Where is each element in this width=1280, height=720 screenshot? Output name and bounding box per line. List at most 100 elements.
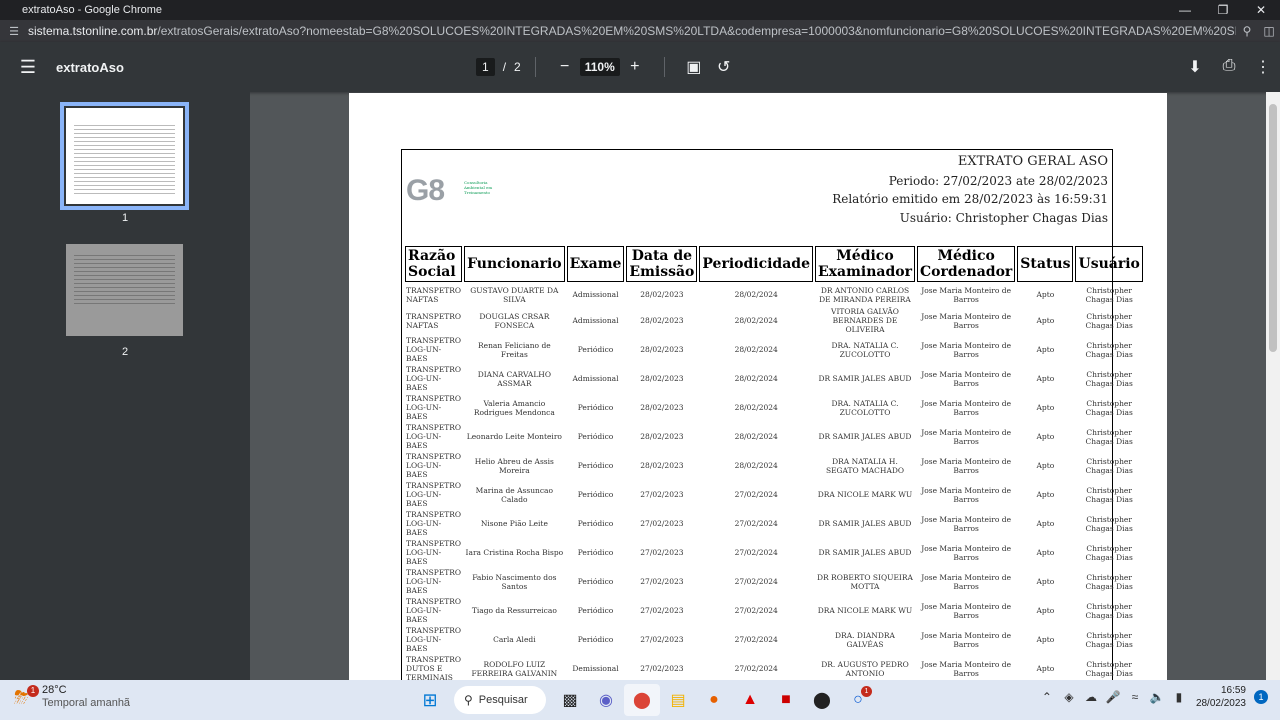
table-cell: Valeria Amancio Rodrigues Mendonca xyxy=(473,398,555,417)
column-header: Funcionario xyxy=(464,246,565,282)
table-cell: Periódico xyxy=(577,577,614,587)
app-blue-icon[interactable]: ○ 1 xyxy=(840,684,876,716)
address-bar[interactable]: ☰ sistema.tstonline.com.br/extratosGerai… xyxy=(0,20,1280,42)
chrome-icon[interactable]: ⬤ xyxy=(624,684,660,716)
table-cell: Periódico xyxy=(577,432,614,442)
taskbar-apps: ⊞ ⚲ Pesquisar ▩ ◉ ⬤ ▤ ● ▲ ■ ⬤ ○ 1 xyxy=(412,684,876,716)
document-title: extratoAso xyxy=(56,59,124,75)
table-cell: Christopher Chagas Dias xyxy=(1085,311,1133,330)
restore-icon[interactable]: ❐ xyxy=(1204,3,1242,17)
app-dark-icon[interactable]: ⬤ xyxy=(804,684,840,716)
table-cell: VITORIA GALVÃO BERNARDES DE OLIVEIRA xyxy=(831,307,899,335)
table-cell: 28/02/2024 xyxy=(734,461,778,471)
table-cell: Admissional xyxy=(572,374,619,384)
wifi-icon[interactable]: ≈ xyxy=(1124,690,1146,704)
table-row: TRANSPETRO LOG-UN-BAES Carla Aledi Periódi… xyxy=(405,626,1143,653)
more-options-icon[interactable]: ⋮ xyxy=(1246,57,1280,77)
notification-badge[interactable]: 1 xyxy=(1254,690,1268,704)
table-cell: Periódico xyxy=(577,345,614,355)
table-cell: DRA. DIANDRA GALVÉAS xyxy=(835,630,895,649)
report-issued: Relatório emitido em 28/02/2023 às 16:59… xyxy=(832,192,1108,206)
table-cell: 28/02/2024 xyxy=(734,290,778,300)
table-cell: TRANSPETRO LOG-UN-BAES xyxy=(406,597,462,625)
table-cell: Christopher Chagas Dias xyxy=(1085,369,1133,388)
site-info-icon[interactable]: ☰ xyxy=(0,25,28,38)
start-windows-icon[interactable]: ⊞ xyxy=(412,684,448,716)
download-icon[interactable]: ⬇ xyxy=(1178,57,1212,77)
battery-icon[interactable]: ▮ xyxy=(1168,690,1190,704)
table-cell: Jose Maria Monteiro de Barros xyxy=(921,398,1012,417)
weather-temp: 28°C xyxy=(42,684,67,696)
tray-app-icon[interactable]: ◈ xyxy=(1058,690,1080,704)
search-lens-icon[interactable]: ⚲ xyxy=(1236,24,1258,38)
scrollbar[interactable] xyxy=(1266,92,1280,680)
zoom-level-input[interactable]: 110% xyxy=(579,58,620,76)
table-cell: DR ANTONIO CARLOS DE MIRANDA PEREIRA xyxy=(819,285,911,304)
table-cell: TRANSPETRO LOG-UN-BAES xyxy=(406,394,462,422)
rotate-icon[interactable]: ↺ xyxy=(709,57,739,77)
table-cell: Periódico xyxy=(577,606,614,616)
file-explorer-icon[interactable]: ▤ xyxy=(660,684,696,716)
table-cell: Tiago da Ressurreicao xyxy=(471,606,557,616)
report-header: EXTRATO GERAL ASO Periodo: 27/02/2023 at… xyxy=(832,153,1108,227)
app-red-icon[interactable]: ■ xyxy=(768,684,804,716)
table-cell: DRA NICOLE MARK WU xyxy=(817,606,913,616)
sidebar-icon[interactable]: ◫ xyxy=(1258,24,1280,38)
minimize-icon[interactable]: — xyxy=(1166,3,1204,17)
table-cell: Christopher Chagas Dias xyxy=(1085,543,1133,562)
table-cell: DIANA CARVALHO ASSMAR xyxy=(477,369,551,388)
table-cell: Periódico xyxy=(577,461,614,471)
table-row: TRANSPETRO DUTOS E TERMINAIS RODOLFO LUIZ… xyxy=(405,655,1143,680)
weather-widget[interactable]: ⛈ 1 28°C Temporal amanhã xyxy=(14,684,130,710)
table-cell: 28/02/2023 xyxy=(640,403,684,413)
scrollbar-thumb[interactable] xyxy=(1269,104,1277,352)
firefox-icon[interactable]: ● xyxy=(696,684,732,716)
table-cell: Jose Maria Monteiro de Barros xyxy=(921,285,1012,304)
cloud-icon[interactable]: ☁ xyxy=(1080,690,1102,704)
table-cell: 27/02/2024 xyxy=(734,519,778,529)
table-row: TRANSPETRO LOG-UN-BAES DIANA CARVALHO ASS… xyxy=(405,365,1143,392)
table-cell: Periódico xyxy=(577,635,614,645)
table-row: TRANSPETRO LOG-UN-BAES Leonardo Leite Mon… xyxy=(405,423,1143,450)
pdf-viewer[interactable]: G8 Consultoria Ambiental em Treinamento … xyxy=(250,92,1280,680)
table-cell: 28/02/2024 xyxy=(734,403,778,413)
task-view-icon[interactable]: ▩ xyxy=(552,684,588,716)
table-cell: Apto xyxy=(1036,577,1055,587)
table-cell: Apto xyxy=(1036,461,1055,471)
search-box[interactable]: ⚲ Pesquisar xyxy=(454,686,546,714)
menu-icon[interactable]: ☰ xyxy=(0,57,56,78)
table-cell: Jose Maria Monteiro de Barros xyxy=(921,369,1012,388)
table-row: TRANSPETRO LOG-UN-BAES Tiago da Ressurrei… xyxy=(405,597,1143,624)
table-cell: 27/02/2024 xyxy=(734,635,778,645)
chat-icon[interactable]: ◉ xyxy=(588,684,624,716)
url-text[interactable]: sistema.tstonline.com.br/extratosGerais/… xyxy=(28,24,1236,38)
clock[interactable]: 16:59 28/02/2023 xyxy=(1196,684,1246,710)
zoom-in-icon[interactable]: + xyxy=(620,58,650,76)
table-cell: Apto xyxy=(1036,432,1055,442)
chevron-up-icon[interactable]: ⌃ xyxy=(1036,690,1058,704)
page-thumbnail-2[interactable] xyxy=(66,244,183,336)
table-cell: DR. AUGUSTO PEDRO ANTONIO xyxy=(821,659,909,678)
fit-page-icon[interactable]: ▣ xyxy=(679,57,709,77)
table-cell: DR ROBERTO SIQUEIRA MOTTA xyxy=(817,572,913,591)
acrobat-icon[interactable]: ▲ xyxy=(732,684,768,716)
zoom-out-icon[interactable]: − xyxy=(550,58,580,76)
app-badge: 1 xyxy=(861,686,872,697)
column-header: Usuário xyxy=(1075,246,1143,282)
volume-icon[interactable]: 🔈 xyxy=(1146,690,1168,704)
table-cell: 27/02/2023 xyxy=(640,664,684,674)
print-icon[interactable]: ⎙ xyxy=(1212,57,1246,77)
table-cell: DR SAMIR JALES ABUD xyxy=(818,374,912,384)
page-thumbnail-1[interactable] xyxy=(60,102,189,210)
page-number-input[interactable]: 1 xyxy=(476,58,495,76)
table-row: TRANSPETRO LOG-UN-BAES Marina de Assuncao… xyxy=(405,481,1143,508)
table-cell: 28/02/2024 xyxy=(734,316,778,326)
table-cell: 28/02/2024 xyxy=(734,345,778,355)
close-icon[interactable]: ✕ xyxy=(1242,3,1280,17)
table-cell: 27/02/2024 xyxy=(734,577,778,587)
table-cell: 28/02/2023 xyxy=(640,461,684,471)
table-row: TRANSPETRO LOG-UN-BAES Renan Feliciano de… xyxy=(405,336,1143,363)
microphone-icon[interactable]: 🎤 xyxy=(1102,690,1124,704)
weather-badge: 1 xyxy=(27,684,39,697)
toolbar-divider xyxy=(663,57,665,77)
